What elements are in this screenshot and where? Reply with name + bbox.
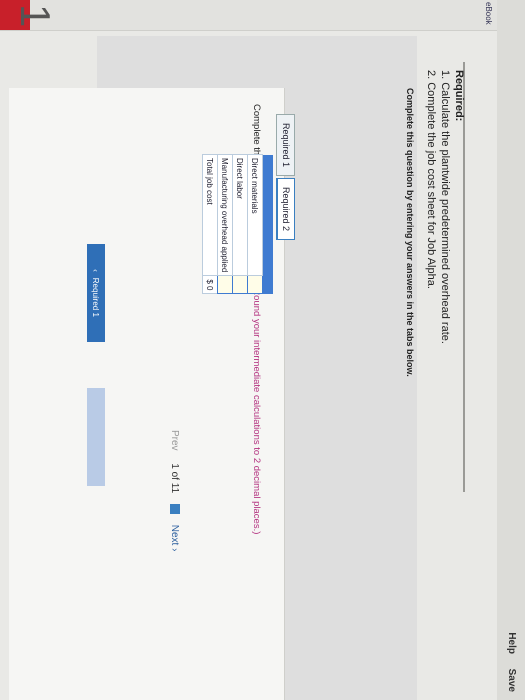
required-item-1: 1. Calculate the plantwide predetermined… (439, 70, 451, 344)
row-label: Direct materials (247, 154, 263, 276)
currency-symbol: $ (205, 279, 215, 284)
direct-materials-input[interactable] (247, 275, 263, 294)
table-row: Manufacturing overhead applied (217, 154, 233, 294)
next-label: Next (169, 524, 180, 546)
forward-required-2-button[interactable] (87, 388, 105, 486)
total-job-cost-value: $ 0 (202, 275, 218, 294)
job-cost-sheet: Direct materials Direct labor Manufactur… (202, 154, 273, 294)
row-label: Manufacturing overhead applied (217, 154, 233, 276)
tab-required-1[interactable]: Required 1 (276, 114, 295, 177)
back-required-1-button[interactable]: ‹ Required 1 (87, 244, 105, 342)
table-row: Direct materials (247, 154, 263, 294)
pagination: Prev 1 of 11 Next › (169, 430, 180, 551)
screen: Help Save eBook 1 Required: 1. Calculate… (0, 0, 525, 700)
question-number: 1 (12, 4, 59, 28)
page-indicator: 1 of 11 (169, 463, 180, 494)
table-row: Total job cost $ 0 (202, 154, 218, 294)
overhead-applied-input[interactable] (217, 275, 233, 294)
chevron-right-icon: › (169, 548, 180, 552)
row-label: Direct labor (232, 154, 248, 276)
job-cost-sheet-header (262, 154, 273, 294)
divider (463, 62, 465, 492)
ebook-link[interactable]: eBook (484, 2, 493, 25)
help-link[interactable]: Help (506, 632, 517, 654)
prev-link[interactable]: Prev (169, 430, 180, 451)
next-link[interactable]: Next › (169, 525, 180, 552)
grid-icon[interactable] (169, 503, 180, 514)
left-rail: eBook (0, 0, 497, 31)
row-label: Total job cost (202, 154, 218, 276)
chevron-left-icon: ‹ (91, 269, 101, 272)
tab-required-2[interactable]: Required 2 (276, 178, 295, 241)
table-row: Direct labor (232, 154, 248, 294)
direct-labor-input[interactable] (232, 275, 248, 294)
required-item-2: 2. Complete the job cost sheet for Job A… (425, 70, 437, 289)
tab-bar: Required 1 Required 2 (276, 114, 295, 242)
back-button-label: Required 1 (91, 277, 101, 317)
rounding-note: (Round your intermediate calculations to… (251, 285, 262, 535)
save-link[interactable]: Save (506, 669, 517, 692)
top-bar: Help Save (497, 0, 525, 700)
instructions: Complete this question by entering your … (405, 88, 415, 377)
required-heading: Required: (453, 70, 465, 122)
total-job-cost: 0 (205, 286, 215, 291)
